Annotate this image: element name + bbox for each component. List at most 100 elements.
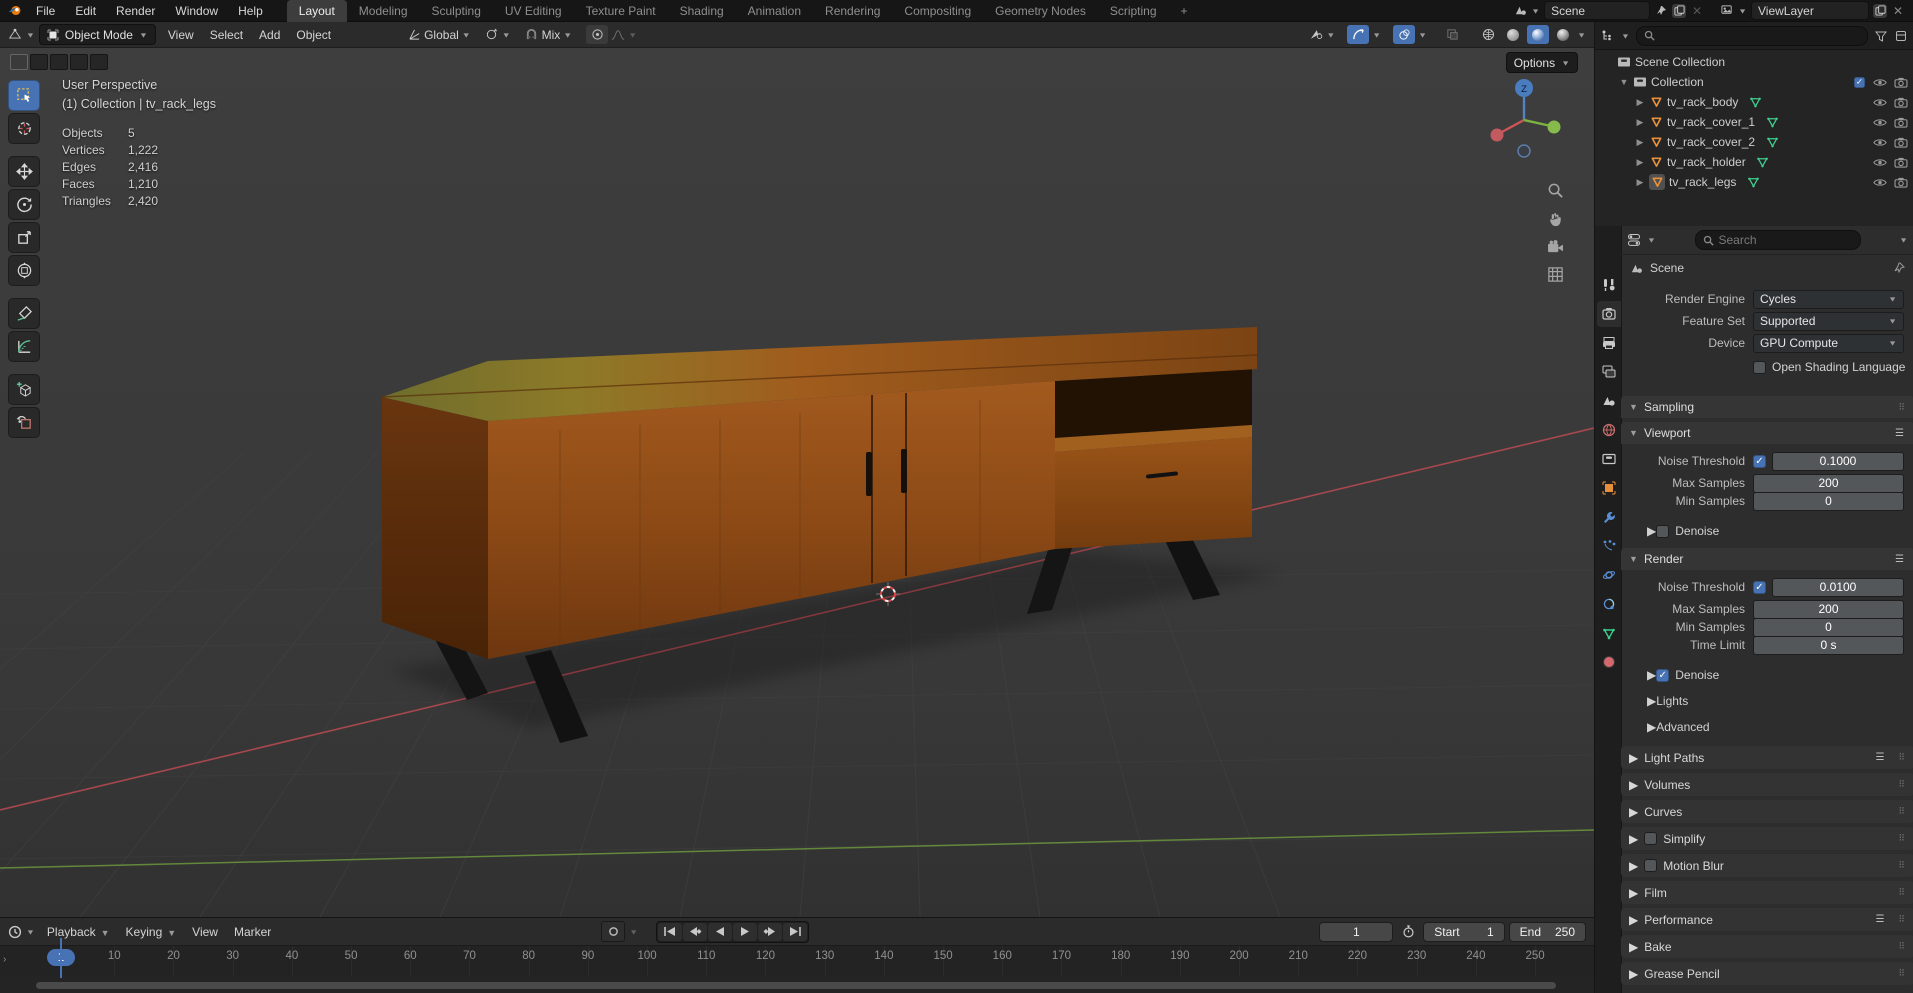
hide-eye-icon[interactable] [1873, 155, 1887, 169]
properties-tab-material[interactable] [1597, 649, 1621, 675]
snap-magnet-icon[interactable] [525, 28, 539, 42]
outliner-editor-chevron-icon[interactable]: ▼ [1621, 32, 1630, 40]
remove-viewlayer-icon[interactable]: ✕ [1891, 4, 1905, 18]
disable-render-camera-icon[interactable] [1894, 155, 1908, 169]
properties-filter-chevron-icon[interactable]: ▼ [1899, 236, 1908, 244]
section-performance[interactable]: ▶ Performance ☰ ⠿ [1621, 908, 1913, 931]
outliner-item-label[interactable]: tv_rack_holder [1667, 155, 1746, 169]
workspace-tab-shading[interactable]: Shading [668, 0, 736, 22]
timeline-expand-arrow-icon[interactable]: › [3, 954, 6, 965]
ortho-grid-icon[interactable] [1547, 266, 1564, 283]
device-field[interactable]: GPU Compute ▼ [1753, 333, 1904, 353]
visibility-icon[interactable] [1309, 28, 1323, 42]
timeline-menu-keying[interactable]: Keying ▼ [118, 925, 185, 939]
expand-icon[interactable]: ▶ [1647, 524, 1656, 538]
drag-grip-icon[interactable]: ⠿ [1898, 968, 1906, 979]
breadcrumb-scene[interactable]: Scene [1650, 261, 1684, 275]
hide-eye-icon[interactable] [1873, 95, 1887, 109]
drag-grip-icon[interactable]: ⠿ [1898, 402, 1906, 413]
shading-chevron-icon[interactable]: ▼ [1577, 31, 1586, 39]
xray-toggle-icon[interactable] [1441, 25, 1463, 44]
menu-render[interactable]: Render [106, 4, 165, 18]
select-mode-invert[interactable] [70, 54, 88, 70]
section-expand-icon[interactable]: ▶ [1629, 832, 1638, 846]
outliner-row-tv_rack_cover_1[interactable]: ▶ tv_rack_cover_1 [1595, 112, 1913, 132]
play-button[interactable] [733, 922, 758, 941]
add-workspace-button[interactable]: + [1169, 0, 1200, 22]
snap-chevron-icon[interactable]: ▼ [563, 31, 572, 39]
expand-icon[interactable]: ▶ [1647, 668, 1656, 682]
tool-scale[interactable] [8, 222, 40, 253]
properties-tab-data[interactable] [1597, 620, 1621, 646]
door-handle-left[interactable] [866, 452, 872, 496]
properties-tab-modifiers[interactable] [1597, 504, 1621, 530]
section-curves[interactable]: ▶ Curves ⠿ [1621, 800, 1913, 823]
section-grease-pencil[interactable]: ▶ Grease Pencil ⠿ [1621, 962, 1913, 985]
hide-eye-icon[interactable] [1873, 135, 1887, 149]
preset-list-icon[interactable]: ☰ [1895, 554, 1904, 565]
disclosure-arrow-icon[interactable]: ▶ [1635, 117, 1645, 128]
disable-render-camera-icon[interactable] [1894, 135, 1908, 149]
workspace-tab-animation[interactable]: Animation [736, 0, 813, 22]
workspace-tab-geometry-nodes[interactable]: Geometry Nodes [983, 0, 1098, 22]
render-time-limit-field[interactable]: 0 s [1753, 635, 1904, 655]
gizmos-chevron-icon[interactable]: ▼ [1372, 31, 1381, 39]
viewport-denoise-checkbox[interactable] [1656, 524, 1670, 538]
properties-tab-particles[interactable] [1597, 533, 1621, 559]
overlays-chevron-icon[interactable]: ▼ [1418, 31, 1427, 39]
render-max-samples-field[interactable]: 200 [1753, 599, 1904, 619]
pin-icon[interactable] [1892, 261, 1906, 275]
frame-end-field[interactable]: End 250 [1508, 921, 1586, 942]
shading-wireframe-icon[interactable] [1477, 25, 1499, 44]
properties-tab-scene[interactable] [1597, 388, 1621, 414]
scene-name-field[interactable]: Scene [1544, 1, 1651, 20]
options-button[interactable]: Options ▼ [1505, 52, 1578, 73]
properties-tab-object[interactable] [1597, 475, 1621, 501]
new-scene-icon[interactable] [1672, 3, 1687, 18]
disable-render-camera-icon[interactable] [1894, 75, 1908, 89]
hide-eye-icon[interactable] [1873, 75, 1887, 89]
outliner-item-label[interactable]: Collection [1651, 75, 1704, 89]
viewlayer-chevron-icon[interactable]: ▼ [1738, 7, 1747, 15]
falloff-chevron-icon[interactable]: ▼ [628, 31, 637, 39]
menu-file[interactable]: File [26, 4, 65, 18]
drag-grip-icon[interactable]: ⠿ [1898, 887, 1906, 898]
osl-checkbox[interactable] [1753, 360, 1766, 374]
outliner-options-icon[interactable] [1894, 29, 1908, 43]
overlays-toggle-icon[interactable] [1393, 25, 1416, 44]
section-collapse-icon[interactable]: ▼ [1629, 554, 1638, 564]
outliner-row-tv_rack_legs[interactable]: ▶ tv_rack_legs [1595, 172, 1913, 192]
properties-tab-world[interactable] [1597, 417, 1621, 443]
section-simplify[interactable]: ▶ Simplify ⠿ [1621, 827, 1913, 850]
stopwatch-icon[interactable] [1401, 925, 1415, 939]
editor-type-chevron-icon[interactable]: ▼ [26, 31, 35, 39]
subsection-render[interactable]: ▼ Render ☰ [1621, 548, 1913, 570]
preset-list-icon[interactable]: ☰ [1875, 752, 1884, 763]
next-keyframe-button[interactable] [758, 922, 783, 941]
gizmo-z-negative[interactable] [1517, 144, 1531, 158]
viewlayer-browse-icon[interactable] [1720, 4, 1734, 18]
gizmo-y-axis[interactable] [1547, 120, 1561, 134]
viewport-min-samples-field[interactable]: 0 [1753, 491, 1904, 511]
menu-help[interactable]: Help [228, 4, 273, 18]
tool-measure[interactable] [8, 331, 40, 362]
frame-start-field[interactable]: Start 1 [1423, 921, 1505, 942]
jump-to-end-button[interactable] [783, 922, 808, 941]
viewport-noise-threshold-field[interactable]: 0.1000 [1772, 451, 1904, 471]
tool-add-primitive[interactable] [8, 407, 40, 438]
collection-checkbox[interactable]: ✓ [1853, 76, 1866, 88]
drag-grip-icon[interactable]: ⠿ [1898, 833, 1906, 844]
menu-edit[interactable]: Edit [65, 4, 106, 18]
falloff-curve-icon[interactable] [611, 28, 625, 42]
timeline-ruler[interactable]: › 1 102030405060708090100110120130140150… [0, 945, 1594, 977]
timeline-menu-marker[interactable]: Marker [226, 925, 279, 939]
section-collapse-icon[interactable]: ▼ [1629, 428, 1638, 438]
viewport-noise-threshold-checkbox[interactable]: ✓ [1753, 454, 1766, 468]
render-engine-field[interactable]: Cycles ▼ [1753, 289, 1904, 309]
render-noise-threshold-checkbox[interactable]: ✓ [1753, 580, 1766, 594]
drag-grip-icon[interactable]: ⠿ [1898, 914, 1906, 925]
shading-solid-icon[interactable] [1502, 25, 1524, 44]
timeline-menu-playback[interactable]: Playback ▼ [39, 925, 118, 939]
menu-window[interactable]: Window [165, 4, 228, 18]
properties-tab-output[interactable] [1597, 330, 1621, 356]
